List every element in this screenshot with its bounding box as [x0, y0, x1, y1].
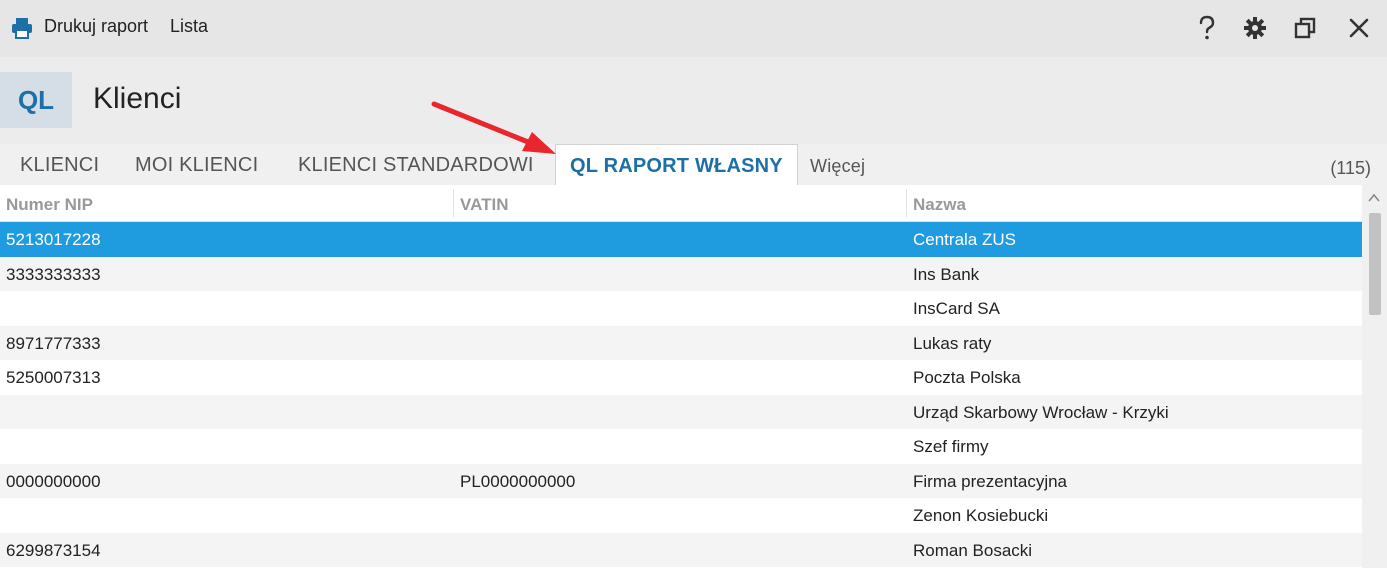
printer-icon[interactable] [10, 16, 34, 40]
tab-moi-klienci[interactable]: MOI KLIENCI [135, 154, 258, 177]
cell-name: Centrala ZUS [913, 230, 1016, 249]
cell-name: InsCard SA [913, 299, 1000, 318]
table-row[interactable]: Urząd Skarbowy Wrocław - Krzyki [0, 394, 1362, 429]
cell-nip: 3333333333 [6, 264, 101, 284]
table-row[interactable]: InsCard SA [0, 291, 1362, 326]
table-row[interactable]: 5213017228 Centrala ZUS [0, 222, 1362, 257]
column-header-nip[interactable]: Numer NIP [6, 195, 93, 215]
top-toolbar: Drukuj raport Lista [0, 0, 1387, 57]
restore-window-icon[interactable] [1290, 13, 1320, 43]
table-row[interactable]: 3333333333 Ins Bank [0, 256, 1362, 291]
ql-badge: QL [0, 72, 72, 128]
table-row[interactable]: 6299873154 Roman Bosacki [0, 532, 1362, 567]
list-menu-button[interactable]: Lista [170, 16, 208, 37]
cell-nip: 0000000000 [6, 471, 101, 491]
close-icon[interactable] [1344, 13, 1374, 43]
cell-name: Roman Bosacki [913, 540, 1033, 560]
vertical-scrollbar[interactable] [1362, 185, 1387, 568]
cell-name: Zenon Kosiebucki [913, 506, 1049, 525]
record-count: (115) [1330, 158, 1371, 178]
cell-name: Urząd Skarbowy Wrocław - Krzyki [913, 402, 1169, 422]
cell-vatin: PL0000000000 [460, 471, 576, 491]
page-header: QL Klienci [0, 57, 1387, 145]
column-header-vatin[interactable]: VATIN [460, 195, 508, 215]
cell-nip: 5250007313 [6, 368, 101, 387]
page-title: Klienci [93, 82, 182, 115]
gear-icon[interactable] [1240, 13, 1270, 43]
help-icon[interactable] [1192, 13, 1222, 43]
cell-name: Poczta Polska [913, 368, 1021, 387]
tab-klienci-standardowi[interactable]: KLIENCI STANDARDOWI [298, 154, 534, 177]
table-row[interactable]: 8971777333 Lukas raty [0, 325, 1362, 360]
cell-name: Firma prezentacyjna [913, 471, 1068, 491]
print-report-button[interactable]: Drukuj raport [44, 16, 148, 37]
cell-name: Lukas raty [913, 333, 992, 353]
table-row[interactable]: 5250007313 Poczta Polska [0, 360, 1362, 395]
table-header: Numer NIP VATIN Nazwa [0, 185, 1362, 222]
table-row[interactable]: 0000000000 PL0000000000 Firma prezentacy… [0, 463, 1362, 498]
clients-table: Numer NIP VATIN Nazwa 5213017228 Central… [0, 185, 1362, 568]
table-row[interactable]: Szef firmy [0, 429, 1362, 464]
cell-nip: 5213017228 [6, 230, 101, 249]
cell-nip: 6299873154 [6, 540, 101, 560]
cell-nip: 8971777333 [6, 333, 101, 353]
tab-more[interactable]: Więcej [810, 156, 865, 177]
tab-ql-raport-wlasny[interactable]: QL RAPORT WŁASNY [555, 144, 798, 185]
tab-bar: KLIENCI MOI KLIENCI KLIENCI STANDARDOWI … [0, 144, 1387, 186]
column-divider[interactable] [906, 189, 907, 217]
column-divider[interactable] [453, 189, 454, 217]
scroll-up-icon[interactable] [1368, 191, 1380, 203]
column-header-nazwa[interactable]: Nazwa [913, 195, 966, 215]
table-row[interactable]: Zenon Kosiebucki [0, 498, 1362, 533]
cell-name: Ins Bank [913, 264, 980, 284]
cell-name: Szef firmy [913, 437, 989, 456]
tab-klienci[interactable]: KLIENCI [20, 154, 99, 177]
scrollbar-thumb[interactable] [1369, 213, 1381, 315]
